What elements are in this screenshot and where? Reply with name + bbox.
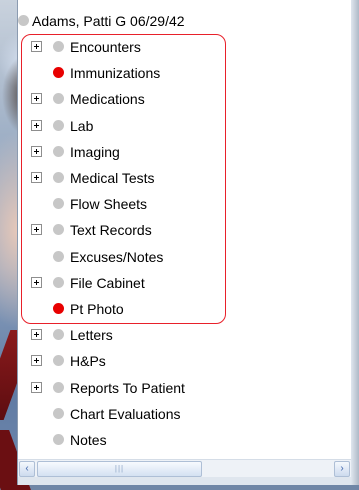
expand-plus-icon[interactable] xyxy=(31,224,42,236)
tree-item-label: Pt Photo xyxy=(70,301,124,317)
tree-item-label: Letters xyxy=(70,327,113,344)
status-dot-icon xyxy=(18,15,29,26)
status-dot-icon xyxy=(53,303,64,314)
status-dot-icon xyxy=(53,67,64,79)
tree-item-label: Medical Tests xyxy=(70,170,155,186)
tree-item-label: Lab xyxy=(70,117,94,134)
status-dot-icon xyxy=(53,407,64,419)
expand-plus-icon[interactable] xyxy=(31,41,42,52)
tree-item-label: Reports To Patient xyxy=(70,379,185,396)
expand-plus-icon[interactable] xyxy=(31,355,42,367)
status-dot-icon xyxy=(53,250,64,262)
tree-item-label: Chart Evaluations xyxy=(70,405,181,422)
expand-plus-icon[interactable] xyxy=(31,381,42,393)
chevron-right-icon[interactable]: › xyxy=(334,461,350,477)
tree-item-label: Notes xyxy=(70,432,107,448)
status-dot-icon xyxy=(53,41,64,52)
status-dot-icon xyxy=(53,224,64,236)
chevron-left-icon[interactable]: ‹ xyxy=(19,461,35,477)
status-dot-icon xyxy=(53,145,64,157)
status-dot-icon xyxy=(53,329,64,341)
tree-item-label: Immunizations xyxy=(70,65,161,82)
expand-plus-icon[interactable] xyxy=(31,276,42,288)
tree-item-label: Imaging xyxy=(70,143,120,160)
tree-item-label: Medications xyxy=(70,91,145,108)
expand-plus-icon[interactable] xyxy=(31,172,42,183)
expand-plus-icon[interactable] xyxy=(31,119,42,131)
status-dot-icon xyxy=(53,172,64,183)
tree-item-label: H&Ps xyxy=(70,353,106,370)
status-dot-icon xyxy=(53,93,64,105)
status-dot-icon xyxy=(53,276,64,288)
panel-right-edge xyxy=(351,0,359,485)
tree-item-label: Encounters xyxy=(70,39,141,55)
panel-bottom-edge xyxy=(18,477,352,485)
patient-name-label: Adams, Patti G 06/29/42 xyxy=(32,13,185,29)
status-dot-icon xyxy=(53,381,64,393)
status-dot-icon xyxy=(53,355,64,367)
expand-plus-icon[interactable] xyxy=(31,93,42,105)
status-dot-icon xyxy=(53,434,64,445)
expand-plus-icon[interactable] xyxy=(31,145,42,157)
expand-plus-icon[interactable] xyxy=(31,329,42,341)
status-dot-icon xyxy=(53,198,64,210)
grip-icon: ||| xyxy=(114,464,125,473)
tree-item-label: Text Records xyxy=(70,222,152,239)
status-dot-icon xyxy=(53,119,64,131)
chart-tree-panel: Adams, Patti G 06/29/42 Encounters Immuni… xyxy=(17,0,359,485)
horizontal-scrollbar[interactable]: ‹ ||| › xyxy=(18,459,352,478)
tree-item-label: Excuses/Notes xyxy=(70,248,164,265)
tree-item-label: File Cabinet xyxy=(70,274,145,291)
tree-item-label: Flow Sheets xyxy=(70,196,148,213)
scrollbar-thumb[interactable]: ||| xyxy=(37,461,202,477)
